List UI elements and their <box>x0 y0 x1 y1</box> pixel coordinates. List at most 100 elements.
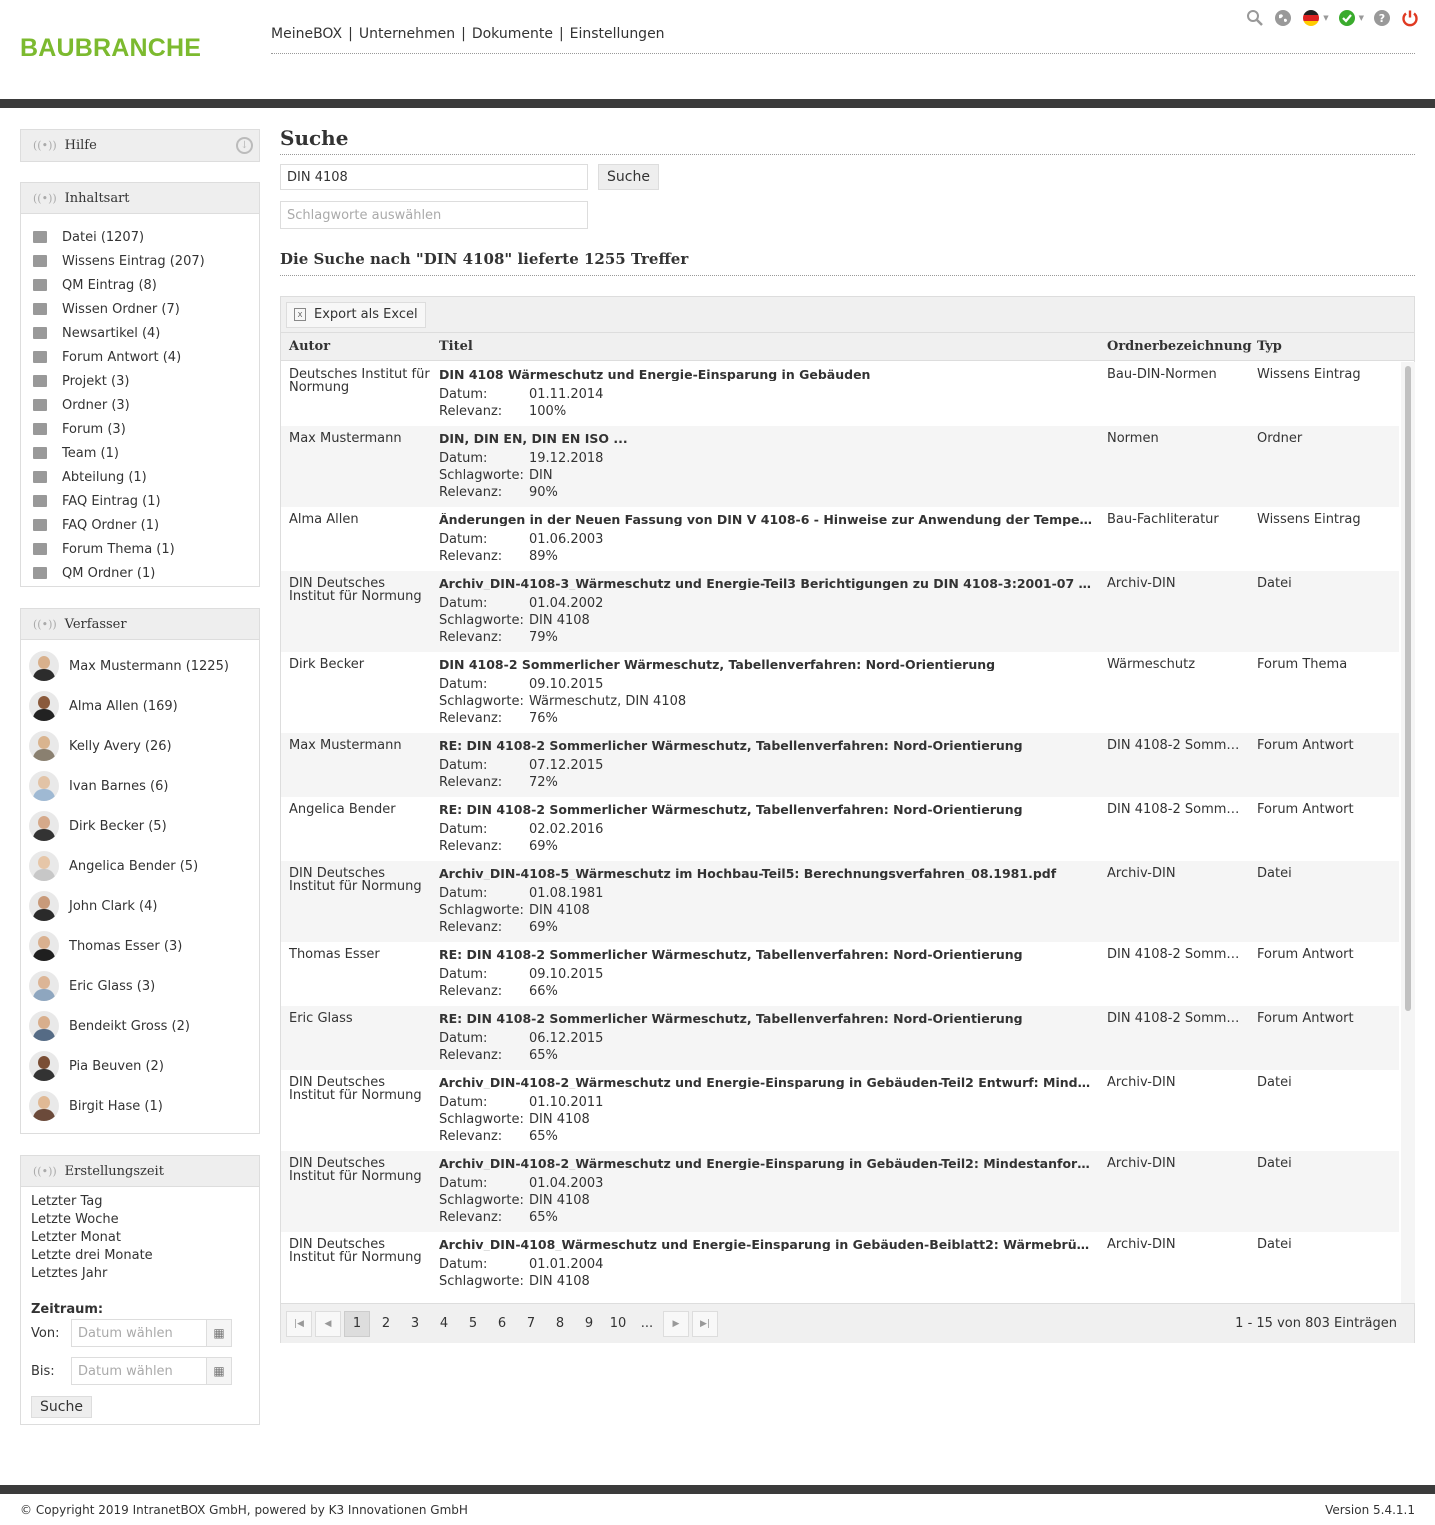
author-item[interactable]: Max Mustermann (1225) <box>29 646 259 686</box>
page-button[interactable]: 6 <box>489 1311 515 1337</box>
status-check-icon[interactable] <box>1337 8 1357 28</box>
page-button[interactable]: 7 <box>518 1311 544 1337</box>
result-title[interactable]: RE: DIN 4108-2 Sommerlicher Wärmeschutz,… <box>439 948 1094 961</box>
power-icon[interactable] <box>1400 8 1420 28</box>
chevron-down-icon[interactable]: ▼ <box>1323 14 1328 22</box>
author-item[interactable]: Birgit Hase (1) <box>29 1086 259 1126</box>
prev-page-button[interactable]: ◀ <box>315 1310 341 1337</box>
content-type-faq-ordner[interactable]: FAQ Ordner (1) <box>33 513 259 537</box>
time-filter-item[interactable]: Letzter Tag <box>31 1194 259 1212</box>
result-title[interactable]: DIN, DIN EN, DIN EN ISO ... <box>439 432 1094 445</box>
grid-scrollbar[interactable] <box>1401 362 1415 1303</box>
page-button[interactable]: 5 <box>460 1311 486 1337</box>
nav-unternehmen[interactable]: Unternehmen <box>359 26 455 42</box>
author-item[interactable]: Bendeikt Gross (2) <box>29 1006 259 1046</box>
result-title[interactable]: RE: DIN 4108-2 Sommerlicher Wärmeschutz,… <box>439 739 1094 752</box>
table-row[interactable]: DIN Deutsches Institut für Normung Archiv… <box>281 1070 1399 1151</box>
author-item[interactable]: Thomas Esser (3) <box>29 926 259 966</box>
search-button[interactable]: Suche <box>598 164 659 190</box>
result-title[interactable]: RE: DIN 4108-2 Sommerlicher Wärmeschutz,… <box>439 803 1094 816</box>
calendar-icon[interactable]: ▦ <box>206 1319 232 1347</box>
content-type-forum[interactable]: Forum (3) <box>33 417 259 441</box>
table-row[interactable]: Dirk Becker DIN 4108-2 Sommerlicher Wärme… <box>281 652 1399 733</box>
date-search-button[interactable]: Suche <box>31 1396 92 1418</box>
first-page-button[interactable]: |◀ <box>286 1310 312 1337</box>
more-pages-button[interactable]: ... <box>634 1311 660 1337</box>
author-item[interactable]: Dirk Becker (5) <box>29 806 259 846</box>
author-item[interactable]: Kelly Avery (26) <box>29 726 259 766</box>
page-button[interactable]: 10 <box>605 1311 631 1337</box>
chevron-down-icon[interactable]: ▼ <box>1359 14 1364 22</box>
time-filter-item[interactable]: Letzte drei Monate <box>31 1248 259 1266</box>
content-type-faq-eintrag[interactable]: FAQ Eintrag (1) <box>33 489 259 513</box>
table-row[interactable]: Eric Glass RE: DIN 4108-2 Sommerlicher Wä… <box>281 1006 1399 1070</box>
author-item[interactable]: Eric Glass (3) <box>29 966 259 1006</box>
content-type-wissen-ordner[interactable]: Wissen Ordner (7) <box>33 297 259 321</box>
time-filter-item[interactable]: Letztes Jahr <box>31 1266 259 1284</box>
page-button[interactable]: 3 <box>402 1311 428 1337</box>
column-header-ordner[interactable]: Ordnerbezeichnung <box>1107 339 1252 354</box>
content-type-forum-thema[interactable]: Forum Thema (1) <box>33 537 259 561</box>
content-type-datei[interactable]: Datei (1207) <box>33 225 259 249</box>
content-type-team[interactable]: Team (1) <box>33 441 259 465</box>
last-page-button[interactable]: ▶| <box>692 1310 718 1337</box>
result-title[interactable]: Archiv_DIN-4108-2_Wärmeschutz und Energi… <box>439 1157 1094 1170</box>
result-title[interactable]: DIN 4108 Wärmeschutz und Energie-Einspar… <box>439 368 1094 381</box>
table-row[interactable]: DIN Deutsches Institut für Normung Archiv… <box>281 571 1399 652</box>
page-button[interactable]: 9 <box>576 1311 602 1337</box>
table-row[interactable]: Deutsches Institut für Normung DIN 4108 W… <box>281 362 1399 426</box>
globe-icon[interactable] <box>1273 8 1293 28</box>
result-title[interactable]: Archiv_DIN-4108-5_Wärmeschutz im Hochbau… <box>439 867 1094 880</box>
result-title[interactable]: Archiv_DIN-4108-2_Wärmeschutz und Energi… <box>439 1076 1094 1089</box>
author-item[interactable]: Alma Allen (169) <box>29 686 259 726</box>
page-button[interactable]: 4 <box>431 1311 457 1337</box>
date-from-input[interactable]: Datum wählen <box>71 1319 206 1347</box>
result-title[interactable]: Archiv_DIN-4108_Wärmeschutz und Energie-… <box>439 1238 1094 1251</box>
search-icon[interactable] <box>1245 8 1265 28</box>
table-row[interactable]: Max Mustermann RE: DIN 4108-2 Sommerliche… <box>281 733 1399 797</box>
download-icon[interactable]: ↓ <box>236 137 253 154</box>
time-filter-item[interactable]: Letzter Monat <box>31 1230 259 1248</box>
author-item[interactable]: Pia Beuven (2) <box>29 1046 259 1086</box>
content-type-qm-eintrag[interactable]: QM Eintrag (8) <box>33 273 259 297</box>
scrollbar-thumb[interactable] <box>1405 366 1411 1011</box>
table-row[interactable]: Max Mustermann DIN, DIN EN, DIN EN ISO ..… <box>281 426 1399 507</box>
nav-dokumente[interactable]: Dokumente <box>472 26 553 42</box>
help-icon[interactable]: ? <box>1372 8 1392 28</box>
brand-logo[interactable]: BAUBRANCHE <box>20 34 201 63</box>
table-row[interactable]: Angelica Bender RE: DIN 4108-2 Sommerlich… <box>281 797 1399 861</box>
search-input[interactable]: DIN 4108 <box>280 164 588 190</box>
export-excel-button[interactable]: X Export als Excel <box>286 301 426 328</box>
content-type-projekt[interactable]: Projekt (3) <box>33 369 259 393</box>
time-filter-item[interactable]: Letzte Woche <box>31 1212 259 1230</box>
nav-meinebox[interactable]: MeineBOX <box>271 26 342 42</box>
table-row[interactable]: Alma Allen Änderungen in der Neuen Fassun… <box>281 507 1399 571</box>
column-header-titel[interactable]: Titel <box>439 339 473 354</box>
hilfe-panel-header[interactable]: ((•)) Hilfe ↓ <box>21 130 259 161</box>
table-row[interactable]: DIN Deutsches Institut für Normung Archiv… <box>281 861 1399 942</box>
result-title[interactable]: Änderungen in der Neuen Fassung von DIN … <box>439 513 1094 526</box>
result-title[interactable]: DIN 4108-2 Sommerlicher Wärmeschutz, Tab… <box>439 658 1094 671</box>
page-button[interactable]: 1 <box>344 1310 370 1337</box>
author-item[interactable]: John Clark (4) <box>29 886 259 926</box>
calendar-icon[interactable]: ▦ <box>206 1357 232 1385</box>
german-flag-icon[interactable] <box>1301 8 1321 28</box>
column-header-autor[interactable]: Autor <box>289 339 330 354</box>
tags-select[interactable]: Schlagworte auswählen <box>280 201 588 229</box>
content-type-forum-antwort[interactable]: Forum Antwort (4) <box>33 345 259 369</box>
content-type-newsartikel[interactable]: Newsartikel (4) <box>33 321 259 345</box>
page-button[interactable]: 8 <box>547 1311 573 1337</box>
table-row[interactable]: DIN Deutsches Institut für Normung Archiv… <box>281 1232 1399 1296</box>
result-title[interactable]: RE: DIN 4108-2 Sommerlicher Wärmeschutz,… <box>439 1012 1094 1025</box>
content-type-abteilung[interactable]: Abteilung (1) <box>33 465 259 489</box>
next-page-button[interactable]: ▶ <box>663 1310 689 1337</box>
table-row[interactable]: Thomas Esser RE: DIN 4108-2 Sommerlicher … <box>281 942 1399 1006</box>
content-type-qm-ordner[interactable]: QM Ordner (1) <box>33 561 259 585</box>
author-item[interactable]: Angelica Bender (5) <box>29 846 259 886</box>
content-type-wissens-eintrag[interactable]: Wissens Eintrag (207) <box>33 249 259 273</box>
result-title[interactable]: Archiv_DIN-4108-3_Wärmeschutz und Energi… <box>439 577 1094 590</box>
column-header-typ[interactable]: Typ <box>1257 339 1282 354</box>
table-row[interactable]: DIN Deutsches Institut für Normung Archiv… <box>281 1151 1399 1232</box>
date-to-input[interactable]: Datum wählen <box>71 1357 206 1385</box>
page-button[interactable]: 2 <box>373 1311 399 1337</box>
